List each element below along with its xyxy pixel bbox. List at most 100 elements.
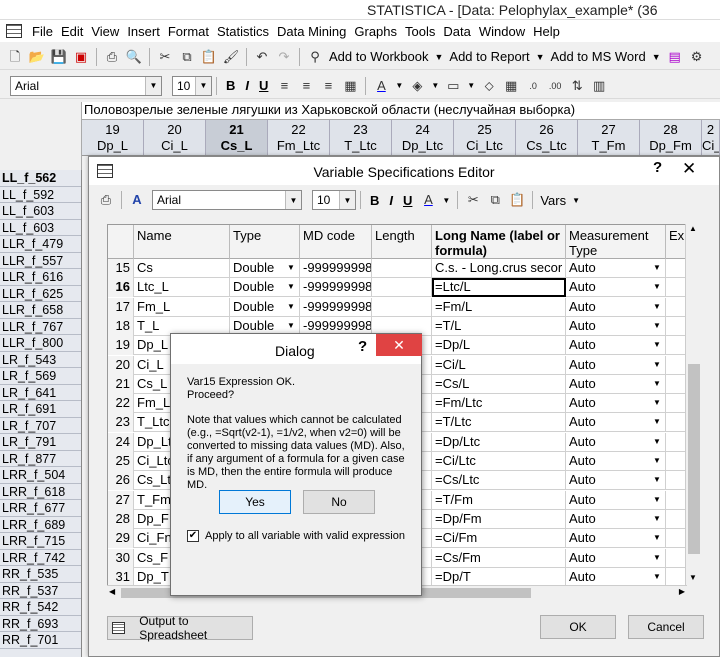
menu-help[interactable]: Help [529,24,564,39]
cell-measurement[interactable]: Auto ▼ [566,336,666,356]
row-header[interactable]: LL_f_592 [0,187,81,203]
cell-long-name[interactable]: =Dp/Fm [432,509,566,529]
chevron-down-icon[interactable]: ▼ [650,396,664,410]
chevron-down-icon[interactable]: ▼ [284,319,298,333]
vars-dropdown-icon[interactable]: ▼ [572,196,580,205]
grid-icon[interactable]: ▦ [503,78,519,94]
paste-icon[interactable]: 📋 [201,49,217,65]
font-color-icon[interactable]: A [420,192,436,208]
cell-measurement[interactable]: Auto ▼ [566,259,666,278]
borders-dropdown-icon[interactable]: ▼ [467,81,475,90]
row-header[interactable]: RR_f_535 [0,566,81,583]
help-icon[interactable]: ? [358,338,367,355]
row-header[interactable]: LL_f_562 [0,170,81,187]
cell-measurement[interactable]: Auto ▼ [566,355,666,375]
apply-all-checkbox-row[interactable]: ✔ Apply to all variable with valid expre… [187,530,405,542]
bold-button[interactable]: B [226,78,235,93]
chevron-down-icon[interactable]: ▼ [284,280,298,294]
row-header[interactable]: LRR_f_618 [0,484,81,500]
column-header[interactable]: 28 Dp_Fm [640,120,702,155]
cell-measurement[interactable]: Auto ▼ [566,297,666,317]
cell-long-name[interactable]: =Ltc/L [432,278,566,298]
cell-long-name[interactable]: =Dp/Ltc [432,432,566,452]
menu-file[interactable]: File [28,24,57,39]
row-header[interactable]: LL_f_603 [0,220,81,236]
cell-type[interactable]: Double ▼ [230,297,300,317]
chevron-down-icon[interactable]: ▼ [145,76,161,95]
column-header[interactable]: 27 T_Fm [578,120,640,155]
redo-icon[interactable]: ↷ [276,49,292,65]
vertical-scrollbar[interactable]: ▲ ▼ [685,224,702,598]
add-to-msword-dropdown-icon[interactable]: ▼ [652,52,661,62]
align-left-icon[interactable]: ≡ [276,78,292,94]
cell-long-name[interactable]: =Cs/L [432,374,566,394]
chevron-down-icon[interactable]: ▼ [650,377,664,391]
save-icon[interactable]: 💾 [51,49,67,65]
chevron-down-icon[interactable]: ▼ [650,261,664,275]
sort-icon[interactable]: ⇅ [569,78,585,94]
fill-color-icon[interactable]: ◈ [409,78,425,94]
chevron-down-icon[interactable]: ▼ [650,435,664,449]
fill-color-dropdown-icon[interactable]: ▼ [431,81,439,90]
row-header[interactable]: LL_f_603 [0,203,81,220]
size-combo[interactable]: 10 ▼ [172,75,212,96]
new-icon[interactable]: 🗋 [7,49,23,65]
row-header[interactable]: LR_f_569 [0,368,81,385]
close-icon[interactable]: ✕ [376,334,422,356]
row-header[interactable]: RR_f_542 [0,599,81,616]
menu-statistics[interactable]: Statistics [213,24,273,39]
copy-icon[interactable]: ⧉ [179,49,195,65]
scroll-right-icon[interactable]: ▶ [679,587,685,596]
book-icon[interactable]: ▤ [667,49,683,65]
cell-name[interactable]: Cs [134,259,230,278]
add-to-workbook-button[interactable]: Add to Workbook [329,49,428,64]
cell-md-code[interactable]: -999999998 [300,297,372,317]
app-icon[interactable] [6,24,22,38]
copy-icon[interactable]: ⧉ [487,192,503,208]
row-header[interactable]: LLR_f_616 [0,269,81,286]
cell-long-name[interactable]: =Dp/T [432,567,566,587]
cell-name[interactable]: Ltc_L [134,278,230,298]
cell-measurement[interactable]: Auto ▼ [566,278,666,298]
row-header[interactable]: RR_f_537 [0,583,81,599]
pdf-icon[interactable]: ▣ [73,49,89,65]
menu-data-mining[interactable]: Data Mining [273,24,350,39]
cell-long-name[interactable]: =Cs/Fm [432,548,566,568]
chevron-down-icon[interactable]: ▼ [650,473,664,487]
output-to-spreadsheet-button[interactable]: Output to Spreadsheet [107,614,253,642]
column-header[interactable]: 21 Cs_L [206,120,268,155]
cell-name[interactable]: Fm_L [134,297,230,317]
column-header[interactable]: 22 Fm_Ltc [268,120,330,155]
vars-menu-button[interactable]: Vars [540,193,566,208]
cell-measurement[interactable]: Auto ▼ [566,316,666,336]
options-icon[interactable]: ⚙ [689,49,705,65]
cell-long-name[interactable]: =Dp/L [432,336,566,356]
print-icon[interactable]: ⎙ [98,192,114,208]
vse-font-combo[interactable]: Arial ▼ [152,190,302,210]
decimal-decrease-icon[interactable]: .00 [547,78,563,94]
cell-measurement[interactable]: Auto ▼ [566,567,666,587]
table-row[interactable]: 15 Cs Double ▼ -999999998 C.s. - Long.crus se… [108,259,701,278]
table-row[interactable]: 17 Fm_L Double ▼ -999999998 =Fm/L Auto ▼ [108,297,701,317]
cell-long-name[interactable]: =Fm/L [432,297,566,317]
chevron-down-icon[interactable]: ▼ [195,76,211,95]
column-header[interactable]: 25 Ci_Ltc [454,120,516,155]
borders-icon[interactable]: ▭ [445,78,461,94]
row-header[interactable]: LR_f_707 [0,418,81,434]
menu-window[interactable]: Window [475,24,529,39]
row-header[interactable]: LLR_f_658 [0,302,81,319]
menu-insert[interactable]: Insert [123,24,164,39]
chevron-down-icon[interactable]: ▼ [650,551,664,565]
chevron-down-icon[interactable]: ▼ [650,512,664,526]
row-header[interactable]: RR_f_701 [0,632,81,649]
binoculars-icon[interactable]: ⚲ [307,49,323,65]
format-painter-icon[interactable]: 🖌 [223,49,240,65]
apply-all-checkbox[interactable]: ✔ [187,530,199,542]
column-header[interactable]: 24 Dp_Ltc [392,120,454,155]
cell-measurement[interactable]: Auto ▼ [566,471,666,491]
column-header[interactable]: 20 Ci_L [144,120,206,155]
column-header[interactable]: 2 Ci_ [702,120,720,155]
underline-button[interactable]: U [403,193,412,208]
cell-long-name[interactable]: =Ci/Ltc [432,452,566,471]
row-header[interactable]: LRR_f_677 [0,500,81,517]
